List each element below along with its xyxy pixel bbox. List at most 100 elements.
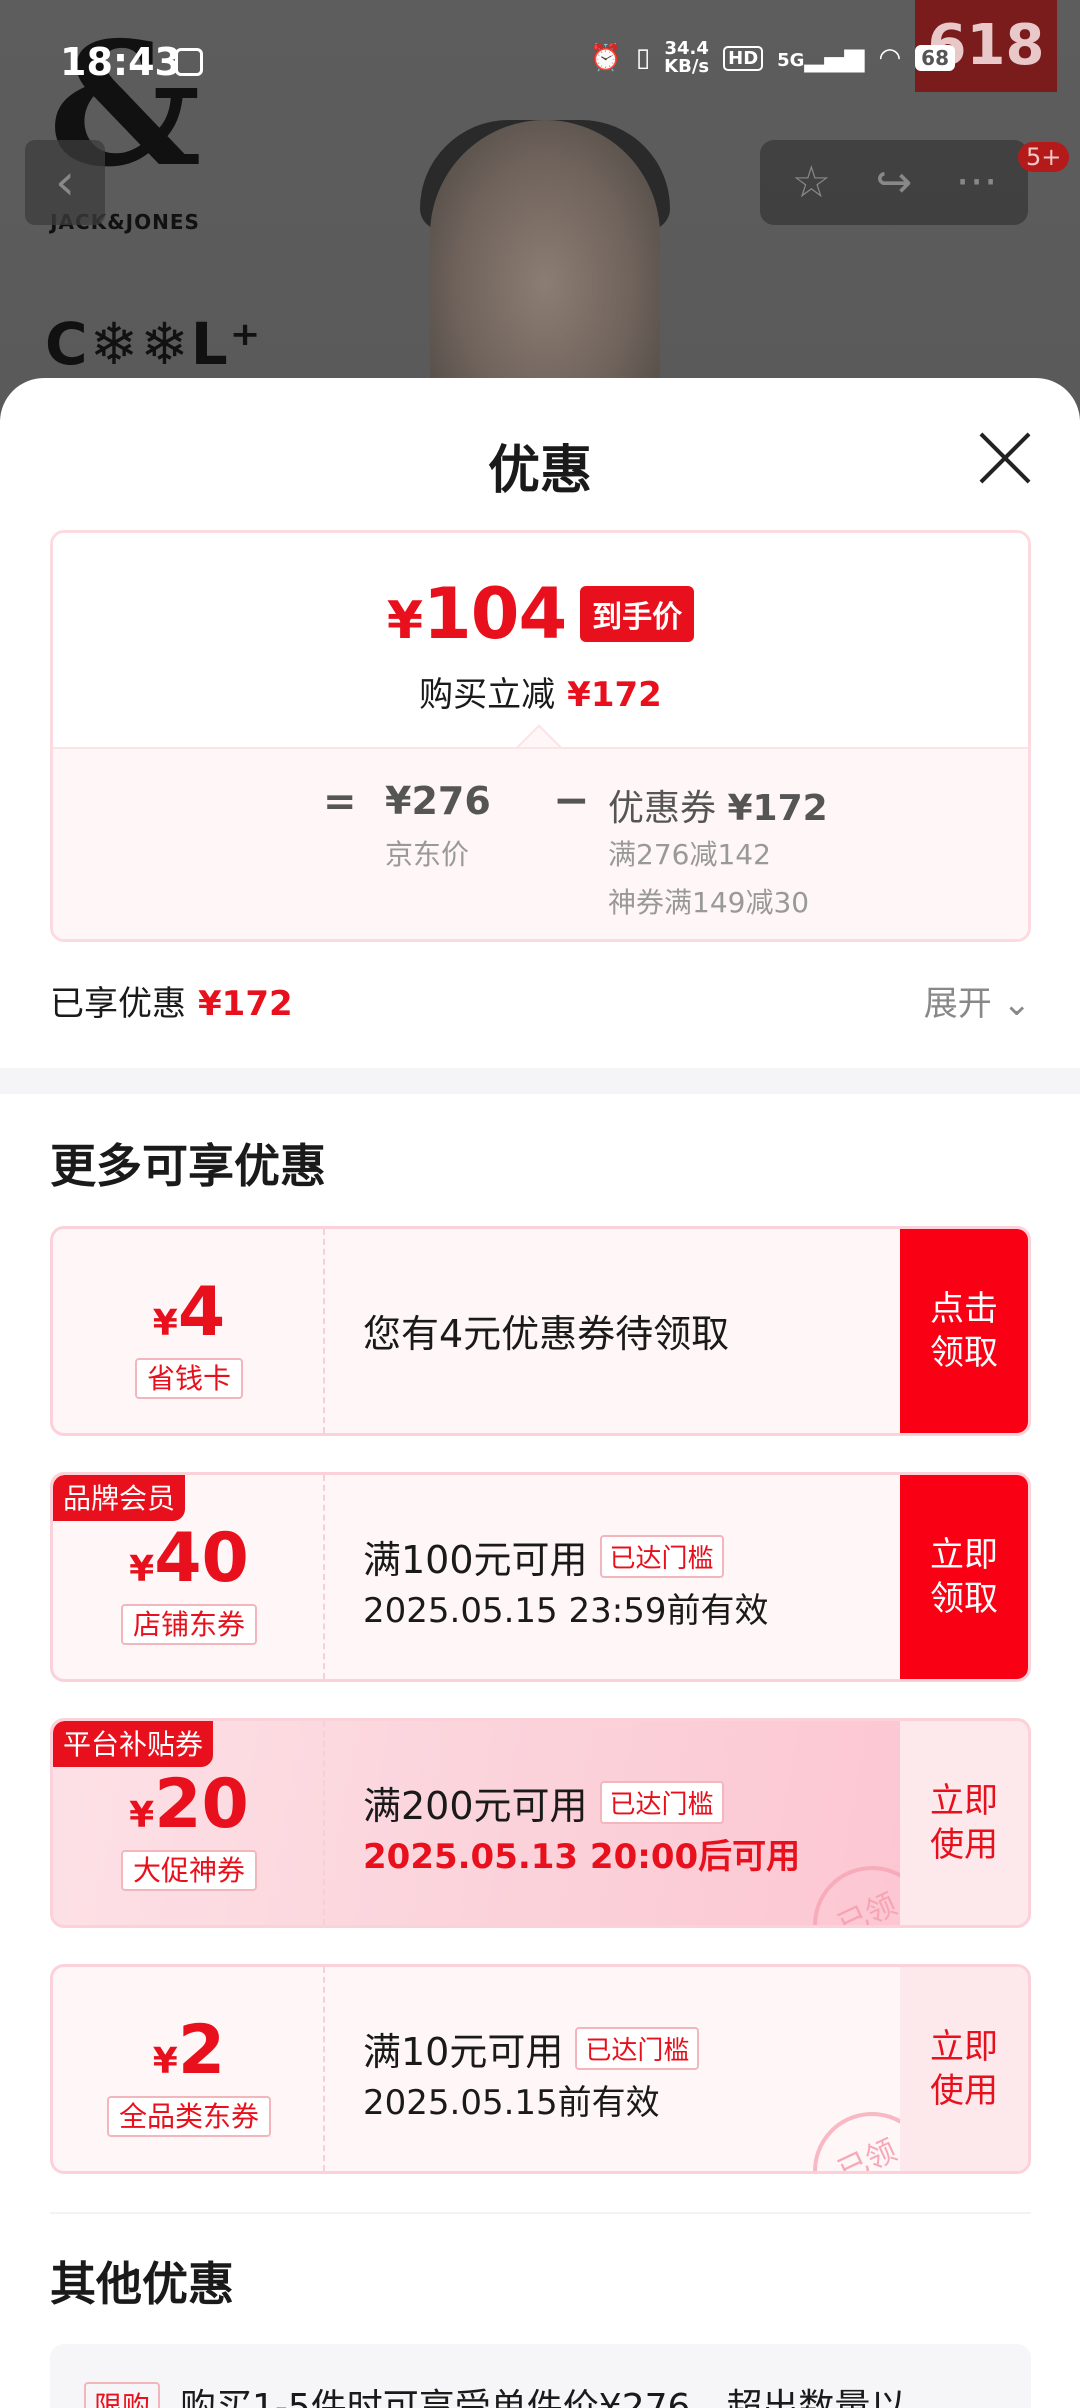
coupon-currency: ¥: [129, 1795, 155, 1836]
vibrate-icon: ▯: [635, 43, 651, 73]
coupon-type-label: 大促神券: [120, 1850, 257, 1891]
threshold-badge: 已达门槛: [575, 2027, 700, 2070]
limit-tag: 限购: [84, 2382, 161, 2408]
coupon-currency: ¥: [129, 1549, 155, 1590]
threshold-badge: 已达门槛: [599, 1781, 724, 1824]
coupon-type: 店铺东券: [53, 1603, 325, 1645]
coupon-total-value: ¥172: [727, 788, 828, 829]
enjoyed-label: 已享优惠 ¥172: [50, 976, 293, 1025]
coupon-value: 2: [177, 2011, 226, 2090]
sheet-title: 优惠: [487, 441, 592, 501]
coupon-type: 全品类东券: [53, 2095, 325, 2137]
network-speed-unit: KB/s: [664, 56, 710, 77]
coupon-detail: 神券满149减30: [608, 886, 810, 919]
jd-price-label: 京东价: [385, 838, 470, 871]
back-icon: ‹: [55, 153, 75, 211]
coupon-value: 4: [177, 1273, 226, 1352]
use-button-label: 立即 使用: [930, 1781, 998, 1865]
coupon-amount-area: ¥4 省钱卡: [53, 1229, 325, 1433]
final-price-value: 104: [423, 573, 567, 655]
other-discount-item[interactable]: 限购 购买1-5件时可享受单件价¥276，超出数量以: [50, 2344, 1031, 2408]
coupon-condition-line: 满10元可用 已达门槛: [363, 2021, 700, 2076]
coupon-amount-area: ¥2 全品类东券: [53, 1967, 325, 2171]
coupon-detail: 满276减142: [608, 838, 771, 871]
more-discounts-title: 更多可享优惠: [50, 1139, 326, 1193]
status-time: 18:43: [60, 40, 181, 84]
claim-button[interactable]: 立即 领取: [900, 1475, 1028, 1679]
coupon-condition: 满100元可用: [363, 1538, 588, 1582]
coupon-condition-line: 满200元可用 已达门槛: [363, 1775, 724, 1830]
final-price: ¥104 到手价: [53, 573, 1028, 655]
coupon-type: 省钱卡: [53, 1357, 325, 1399]
other-discount-text: 购买1-5件时可享受单件价¥276，超出数量以: [180, 2387, 907, 2408]
coupon-amount: ¥2: [53, 2011, 325, 2090]
minus-sign: −: [553, 775, 590, 826]
section-divider: [0, 1068, 1080, 1094]
enjoyed-value: ¥172: [198, 984, 293, 1024]
coupon-amount: ¥20: [53, 1765, 325, 1844]
final-price-tag: 到手价: [580, 586, 695, 642]
star-icon[interactable]: ☆: [776, 157, 846, 208]
coupon-value: 20: [154, 1765, 249, 1844]
equals-sign: =: [323, 779, 357, 825]
notification-icon: [175, 48, 203, 76]
final-price-section: ¥104 到手价 购买立减 ¥172: [53, 533, 1028, 747]
jd-price: ¥276: [385, 779, 491, 823]
reduce-label: 购买立减: [419, 675, 556, 715]
final-price-currency: ¥: [386, 591, 424, 651]
reduce-value: ¥172: [567, 675, 662, 715]
coupon-info: 满100元可用 已达门槛 2025.05.15 23:59前有效: [363, 1475, 913, 1679]
coupon-type-label: 店铺东券: [120, 1604, 257, 1645]
price-breakdown-card: ¥104 到手价 购买立减 ¥172 = ¥276 京东价 − 优惠券 ¥172 …: [50, 530, 1031, 942]
expand-button[interactable]: 展开 ⌄: [924, 976, 1031, 1025]
alarm-icon: ⏰: [589, 43, 622, 73]
price-formula: = ¥276 京东价 − 优惠券 ¥172 满276减142 神券满149减30: [323, 775, 1023, 939]
coupon-card: ¥20 大促神券 平台补贴券 满200元可用 已达门槛 2025.05.13 20…: [50, 1718, 1031, 1928]
coupon-value: 40: [154, 1519, 249, 1598]
battery-icon: 68: [915, 45, 955, 71]
coupon-validity: 2025.05.15 23:59前有效: [363, 1591, 769, 1631]
coupon-description: 您有4元优惠券待领取: [363, 1312, 730, 1356]
coupon-type-label: 全品类东券: [106, 2096, 271, 2137]
coupon-amount: ¥4: [53, 1273, 325, 1352]
coupon-condition: 满200元可用: [363, 1784, 588, 1828]
coupon-condition: 满10元可用: [363, 2030, 564, 2074]
enjoyed-label-text: 已享优惠: [50, 984, 186, 1024]
coupon-validity: 2025.05.13 20:00后可用: [363, 1837, 801, 1877]
signal-icon: 5G▂▄▆: [777, 43, 865, 73]
share-icon[interactable]: ↪: [859, 157, 929, 208]
claim-button-label: 点击 领取: [930, 1289, 998, 1373]
more-icon[interactable]: ···: [942, 157, 1012, 208]
close-icon[interactable]: [975, 428, 1035, 488]
cool-logo: C❄❄L⁺: [45, 310, 263, 378]
other-discounts-title: 其他优惠: [50, 2257, 234, 2311]
discount-sheet: 优惠 ¥104 到手价 购买立减 ¥172 = ¥276 京东价 − 优惠券 ¥1…: [0, 378, 1080, 2408]
claim-button[interactable]: 点击 领取: [900, 1229, 1028, 1433]
coupon-type-label: 省钱卡: [134, 1358, 243, 1399]
coupon-condition-line: 满100元可用 已达门槛: [363, 1529, 724, 1584]
coupon-corner-tag: 品牌会员: [53, 1475, 186, 1521]
coupon-total: 优惠券 ¥172: [608, 779, 828, 831]
status-bar: 18:43 ⏰ ▯ 34.4 KB/s HD 5G▂▄▆ ◠ 68: [0, 0, 1080, 120]
coupon-currency: ¥: [152, 2041, 178, 2082]
claim-button-label: 立即 领取: [930, 1535, 998, 1619]
use-button[interactable]: 立即 使用: [900, 1967, 1028, 2171]
wifi-icon: ◠: [878, 43, 902, 73]
coupon-type: 大促神券: [53, 1849, 325, 1891]
coupon-card: ¥2 全品类东券 满10元可用 已达门槛 2025.05.15前有效 已领 立即 …: [50, 1964, 1031, 2174]
header-actions: ☆ ↪ ···: [760, 140, 1028, 225]
coupon-currency: ¥: [152, 1303, 178, 1344]
back-button[interactable]: ‹: [25, 140, 105, 225]
coupon-corner-tag: 平台补贴券: [53, 1721, 214, 1767]
reduce-line: 购买立减 ¥172: [53, 667, 1028, 716]
hd-icon: HD: [723, 45, 764, 71]
use-button-label: 立即 使用: [930, 2027, 998, 2111]
section-separator: [50, 2212, 1031, 2214]
network-type: 5G: [777, 50, 805, 71]
coupon-total-label: 优惠券: [608, 788, 717, 829]
use-button[interactable]: 立即 使用: [900, 1721, 1028, 1925]
network-speed: 34.4 KB/s: [664, 40, 709, 76]
coupon-amount: ¥40: [53, 1519, 325, 1598]
coupon-validity: 2025.05.15前有效: [363, 2083, 660, 2123]
coupon-info: 您有4元优惠券待领取: [363, 1229, 913, 1433]
